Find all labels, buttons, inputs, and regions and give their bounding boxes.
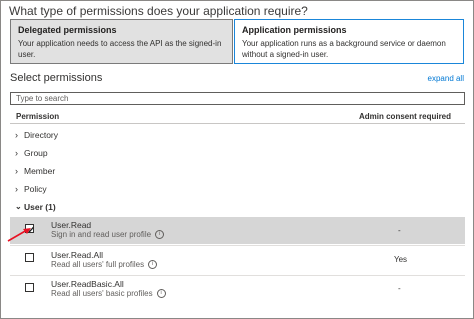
chevron-right-icon: › bbox=[15, 166, 18, 176]
chevron-down-icon: ⌄ bbox=[15, 202, 22, 211]
expand-all-link[interactable]: expand all bbox=[428, 74, 464, 83]
header-divider bbox=[10, 123, 465, 124]
chevron-right-icon: › bbox=[15, 148, 18, 158]
admin-consent-column-header: Admin consent required bbox=[359, 112, 452, 121]
application-permissions-description: Your application runs as a background se… bbox=[242, 39, 446, 59]
permission-column-header: Permission bbox=[16, 112, 60, 121]
permission-description-wrap: Read all users' full profiles i bbox=[51, 260, 158, 270]
application-permissions-card[interactable]: Application permissions Your application… bbox=[234, 19, 464, 64]
group-label: Policy bbox=[24, 184, 47, 194]
permission-description-wrap: Sign in and read user profile i bbox=[51, 230, 165, 240]
delegated-permissions-title: Delegated permissions bbox=[18, 25, 117, 35]
group-member[interactable]: › Member bbox=[15, 164, 55, 178]
group-group[interactable]: › Group bbox=[15, 146, 48, 160]
application-permissions-title: Application permissions bbox=[242, 25, 347, 35]
group-label: User (1) bbox=[24, 201, 56, 212]
checkmark-icon bbox=[27, 226, 34, 233]
group-label: Group bbox=[24, 148, 48, 158]
permission-checkbox-user-read[interactable] bbox=[25, 224, 34, 233]
info-icon[interactable]: i bbox=[156, 289, 166, 299]
info-icon[interactable]: i bbox=[155, 230, 165, 240]
delegated-permissions-description: Your application needs to access the API… bbox=[18, 39, 222, 59]
chevron-right-icon: › bbox=[15, 184, 18, 194]
permission-name: User.Read.All bbox=[51, 250, 103, 260]
permission-type-question: What type of permissions does your appli… bbox=[9, 4, 308, 18]
admin-consent-value: - bbox=[398, 226, 401, 235]
permission-name: User.ReadBasic.All bbox=[51, 279, 124, 289]
group-label: Directory bbox=[24, 130, 59, 140]
group-directory[interactable]: › Directory bbox=[15, 128, 58, 142]
search-input[interactable] bbox=[10, 92, 465, 105]
select-permissions-label: Select permissions bbox=[10, 72, 103, 84]
group-policy[interactable]: › Policy bbox=[15, 182, 47, 196]
admin-consent-value: Yes bbox=[394, 255, 408, 264]
permission-description-wrap: Read all users' basic profiles i bbox=[51, 289, 166, 299]
permission-description: Sign in and read user profile bbox=[51, 230, 152, 239]
chevron-right-icon: › bbox=[15, 130, 18, 140]
permission-name: User.Read bbox=[51, 220, 92, 230]
permission-description: Read all users' basic profiles bbox=[51, 289, 153, 298]
info-icon[interactable]: i bbox=[148, 260, 158, 270]
group-user-expanded[interactable]: ⌄ User (1) bbox=[10, 199, 465, 214]
permission-checkbox-user-read-all[interactable] bbox=[25, 253, 34, 262]
permission-description: Read all users' full profiles bbox=[51, 260, 145, 269]
group-label: Member bbox=[24, 166, 56, 176]
permission-checkbox-user-readbasic-all[interactable] bbox=[25, 283, 34, 292]
admin-consent-value: - bbox=[398, 284, 401, 293]
delegated-permissions-card[interactable]: Delegated permissions Your application n… bbox=[10, 19, 233, 64]
